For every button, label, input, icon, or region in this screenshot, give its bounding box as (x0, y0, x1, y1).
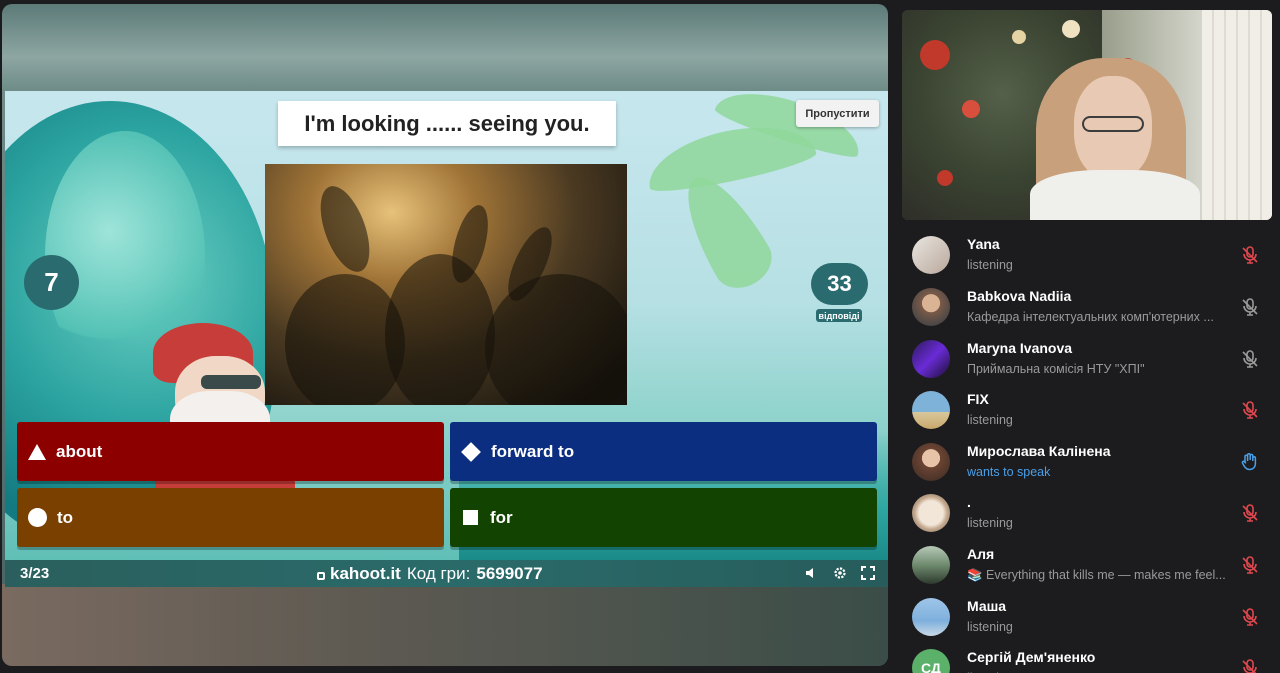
santa-glasses-illustration (201, 375, 261, 389)
avatar (912, 443, 950, 481)
share-background (2, 584, 888, 666)
participant-name: Maryna Ivanova (967, 340, 1073, 356)
avatar (912, 236, 950, 274)
ornament (1012, 30, 1026, 44)
participant-status: Кафедра інтелектуальних комп'ютерних ... (967, 310, 1214, 324)
participant-row[interactable]: Babkova Nadiia Кафедра інтелектуальних к… (902, 280, 1280, 332)
answer-option-circle[interactable]: to (17, 488, 444, 547)
fullscreen-icon[interactable] (860, 565, 876, 581)
avatar-initials: СД (921, 660, 941, 673)
participant-row[interactable]: Мирослава Калінена wants to speak (902, 435, 1280, 487)
window-blind (1202, 10, 1272, 220)
question-title: I'm looking ...... seeing you. (278, 101, 616, 146)
answer-label: to (57, 507, 74, 527)
participant-status: Приймальна комісія НТУ "ХПІ" (967, 362, 1145, 376)
question-media-video[interactable] (265, 164, 627, 405)
join-site: kahoot.it (330, 564, 401, 583)
mic-muted-icon[interactable] (1240, 400, 1260, 420)
raised-arm-silhouette (310, 179, 380, 279)
participant-row[interactable]: Maryna Ivanova Приймальна комісія НТУ "Х… (902, 332, 1280, 384)
mic-muted-icon[interactable] (1240, 245, 1260, 265)
countdown-timer: 7 (24, 255, 79, 310)
avatar (912, 391, 950, 429)
square-icon (463, 510, 478, 525)
avatar (912, 546, 950, 584)
avatar (912, 288, 950, 326)
mic-muted-icon[interactable] (1240, 555, 1260, 575)
participant-row[interactable]: Аля 📚 Everything that kills me — makes m… (902, 538, 1280, 590)
question-progress: 3/23 (20, 565, 50, 582)
triangle-icon (28, 443, 46, 460)
ornament (962, 100, 980, 118)
answer-option-triangle[interactable]: about (17, 422, 444, 481)
avatar (912, 494, 950, 532)
avatar: СД (912, 649, 950, 673)
mic-muted-icon[interactable] (1240, 503, 1260, 523)
screen-share-panel: I'm looking ...... seeing you. Пропустит… (2, 4, 888, 666)
participant-name: Сергій Дем'яненко (967, 649, 1096, 665)
mic-muted-icon[interactable] (1240, 658, 1260, 673)
lock-icon (317, 572, 325, 580)
participant-row[interactable]: FIX listening (902, 383, 1280, 435)
avatar (912, 340, 950, 378)
volume-icon[interactable] (803, 565, 819, 581)
participant-status: 📚 Everything that kills me — makes me fe… (967, 568, 1226, 582)
answer-option-square[interactable]: for (450, 488, 877, 547)
participant-video-tile[interactable] (902, 10, 1272, 220)
settings-icon[interactable] (832, 565, 848, 581)
ornament (920, 40, 950, 70)
answer-label: for (490, 507, 513, 527)
raised-arm-silhouette (445, 201, 495, 287)
participant-glasses (1082, 116, 1144, 132)
participant-status: listening (967, 413, 1013, 427)
participant-name: Аля (967, 546, 995, 562)
circle-icon (28, 508, 47, 527)
avatar (912, 598, 950, 636)
answer-label: forward to (491, 441, 575, 461)
participant-status: listening (967, 620, 1013, 634)
mic-muted-icon[interactable] (1240, 297, 1260, 317)
answers-counter-label: відповіді (816, 309, 862, 322)
mic-muted-icon[interactable] (1240, 349, 1260, 369)
ornament (937, 170, 953, 186)
participant-row[interactable]: Yana listening (902, 228, 1280, 280)
participant-name: Мирослава Калінена (967, 443, 1111, 459)
game-status-bar: 3/23 kahoot.it Код гри: 5699077 (5, 560, 888, 587)
participant-name: Маша (967, 598, 1007, 614)
join-code-label: Код гри: (406, 564, 471, 583)
answer-label: about (56, 441, 103, 461)
answer-option-diamond[interactable]: forward to (450, 422, 877, 481)
participant-name: . (967, 494, 971, 510)
participant-row[interactable]: . listening (902, 486, 1280, 538)
skip-button[interactable]: Пропустити (796, 100, 879, 127)
participant-status: listening (967, 258, 1013, 272)
participant-row[interactable]: СД Сергій Дем'яненко listening (902, 641, 1280, 673)
raised-hand-icon[interactable] (1240, 452, 1260, 472)
video-call-window: I'm looking ...... seeing you. Пропустит… (0, 0, 1280, 673)
participant-name: Yana (967, 236, 1000, 252)
participant-sweater (1030, 170, 1200, 220)
mic-muted-icon[interactable] (1240, 607, 1260, 627)
join-info: kahoot.it Код гри: 5699077 (317, 564, 543, 584)
participant-name: Babkova Nadiia (967, 288, 1072, 304)
answers-counter: 33 (811, 263, 868, 305)
participants-list: Yana listening Babkova Nadiia Кафедра ін… (902, 228, 1280, 673)
participant-status: wants to speak (967, 465, 1051, 479)
diamond-icon (461, 441, 481, 462)
join-code: 5699077 (476, 564, 543, 583)
participant-status: listening (967, 516, 1013, 530)
participant-name: FIX (967, 391, 989, 407)
crowd-silhouette (385, 254, 495, 405)
crowd-silhouette (485, 274, 627, 405)
participant-row[interactable]: Маша listening (902, 590, 1280, 642)
ornament (1062, 20, 1080, 38)
